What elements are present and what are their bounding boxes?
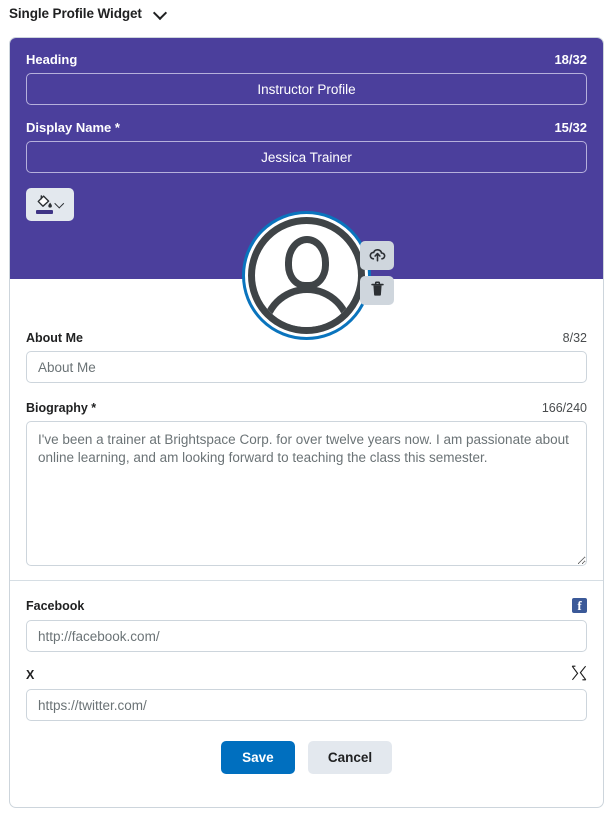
widget-titlebar: Single Profile Widget: [0, 0, 611, 26]
display-name-char-counter: 15/32: [554, 120, 587, 135]
heading-label: Heading: [26, 52, 78, 67]
heading-label-row: Heading 18/32: [26, 52, 587, 67]
cloud-upload-icon: [369, 247, 386, 265]
facebook-icon: f: [572, 598, 587, 613]
about-me-input[interactable]: [26, 351, 587, 383]
user-avatar-placeholder-icon: [248, 217, 365, 334]
biography-char-counter: 166/240: [541, 401, 587, 415]
social-links-section: Facebook f X Save Cancel: [10, 580, 603, 788]
save-button[interactable]: Save: [220, 741, 295, 774]
about-me-char-counter: 8/32: [562, 331, 587, 345]
facebook-url-input[interactable]: [26, 620, 587, 652]
biography-label-row: Biography * 166/240: [26, 401, 587, 415]
biography-textarea[interactable]: [26, 421, 587, 566]
background-color-picker-button[interactable]: [26, 188, 74, 221]
avatar[interactable]: [242, 211, 371, 340]
display-name-input[interactable]: [26, 141, 587, 173]
profile-header-section: Heading 18/32 Display Name * 15/32: [10, 38, 603, 340]
x-label-row: X: [26, 665, 587, 684]
x-label: X: [26, 667, 35, 682]
facebook-label-row: Facebook f: [26, 597, 587, 614]
cancel-button[interactable]: Cancel: [307, 741, 393, 774]
upload-image-button[interactable]: [360, 241, 394, 270]
profile-widget-card: Heading 18/32 Display Name * 15/32: [9, 37, 604, 808]
x-row: X: [26, 665, 587, 721]
facebook-row: Facebook f: [26, 597, 587, 652]
selected-color-swatch: [36, 210, 53, 215]
x-url-input[interactable]: [26, 689, 587, 721]
heading-char-counter: 18/32: [554, 52, 587, 67]
footer-actions: Save Cancel: [26, 735, 587, 774]
page-title: Single Profile Widget: [9, 5, 142, 21]
avatar-body-shape: [260, 286, 353, 327]
x-twitter-icon: [571, 665, 587, 684]
avatar-actions: [360, 241, 394, 305]
paint-bucket-icon: [36, 194, 53, 215]
heading-input[interactable]: [26, 73, 587, 105]
display-name-label: Display Name *: [26, 120, 120, 135]
display-name-label-row: Display Name * 15/32: [26, 120, 587, 135]
about-me-label: About Me: [26, 331, 83, 345]
biography-label: Biography *: [26, 401, 97, 415]
avatar-block: [242, 211, 402, 346]
delete-image-button[interactable]: [360, 276, 394, 305]
trash-icon: [370, 281, 385, 300]
facebook-label: Facebook: [26, 598, 85, 613]
chevron-down-icon[interactable]: [154, 6, 168, 20]
chevron-down-icon: [55, 200, 64, 209]
avatar-head-shape: [284, 236, 329, 289]
